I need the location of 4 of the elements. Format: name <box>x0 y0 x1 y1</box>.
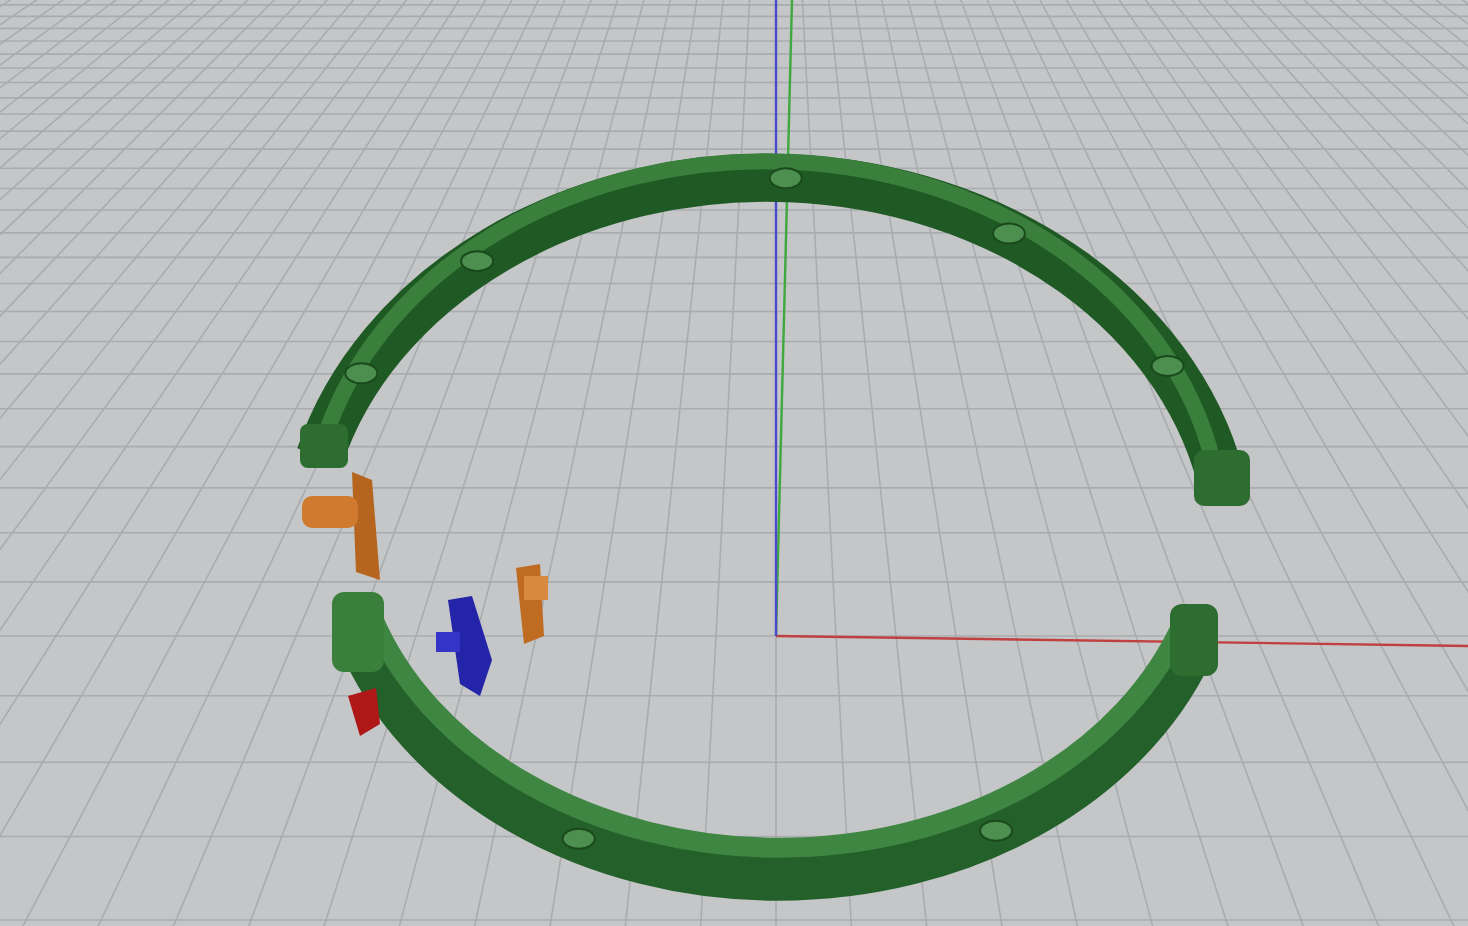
bracket-part <box>302 472 380 580</box>
clip-part <box>516 564 548 644</box>
tab-part <box>348 688 380 736</box>
latch-part <box>436 596 492 696</box>
